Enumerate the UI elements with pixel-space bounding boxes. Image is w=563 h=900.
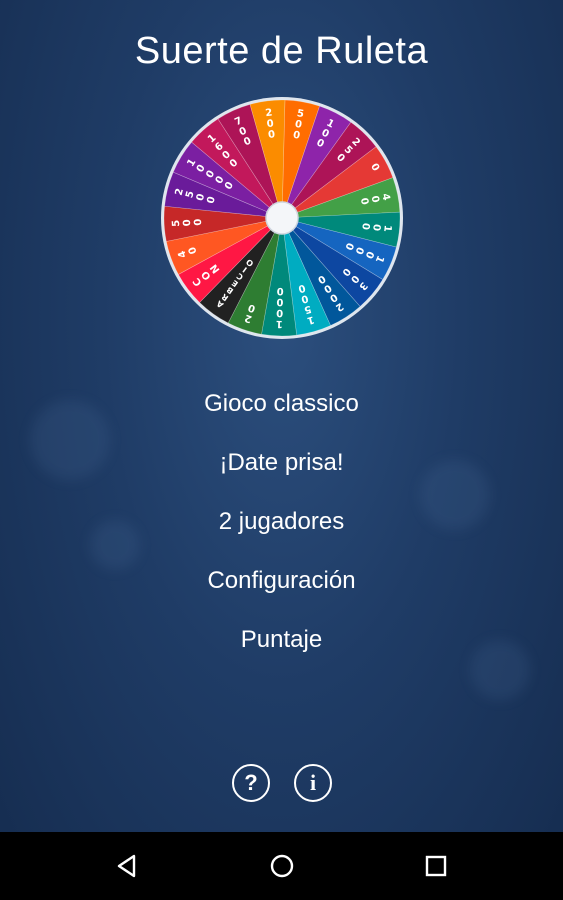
svg-text:5: 5 <box>171 219 182 227</box>
menu-classic-game-button[interactable]: Gioco classico <box>0 374 563 433</box>
svg-text:1: 1 <box>276 318 283 329</box>
svg-text:0: 0 <box>276 296 283 307</box>
wheel-hub <box>265 201 299 235</box>
svg-text:0: 0 <box>277 285 284 296</box>
wheel-graphic: 500100 2500400100100030020001500100020ARB… <box>161 97 403 339</box>
svg-text:2: 2 <box>265 107 273 119</box>
android-navigation-bar <box>0 832 563 900</box>
main-menu: Gioco classico ¡Date prisa! 2 jugadores … <box>0 374 563 669</box>
menu-hurry-up-button[interactable]: ¡Date prisa! <box>0 433 563 492</box>
svg-text:1: 1 <box>381 224 393 232</box>
svg-text:0: 0 <box>267 129 275 141</box>
menu-settings-button[interactable]: Configuración <box>0 551 563 610</box>
back-triangle-icon <box>117 854 136 878</box>
nav-back-button[interactable] <box>88 832 168 900</box>
home-circle-icon <box>270 854 294 878</box>
recents-square-icon <box>425 855 447 877</box>
svg-text:0: 0 <box>359 222 371 230</box>
svg-text:0: 0 <box>370 223 382 231</box>
roulette-wheel[interactable]: 5001002500400100100030020001500100020ARB… <box>159 95 405 341</box>
svg-text:0: 0 <box>276 307 283 318</box>
app-title: Suerte de Ruleta <box>134 30 429 72</box>
menu-two-players-button[interactable]: 2 jugadores <box>0 492 563 551</box>
help-icon[interactable]: ? <box>232 764 270 802</box>
nav-recents-button[interactable] <box>396 832 476 900</box>
svg-text:0: 0 <box>266 118 274 130</box>
menu-score-button[interactable]: Puntaje <box>0 610 563 669</box>
svg-text:0: 0 <box>182 219 193 227</box>
info-icon[interactable]: i <box>294 764 332 802</box>
svg-text:0: 0 <box>193 218 204 226</box>
wheel-segment-label: 1000 <box>276 285 284 329</box>
nav-home-button[interactable] <box>242 832 322 900</box>
